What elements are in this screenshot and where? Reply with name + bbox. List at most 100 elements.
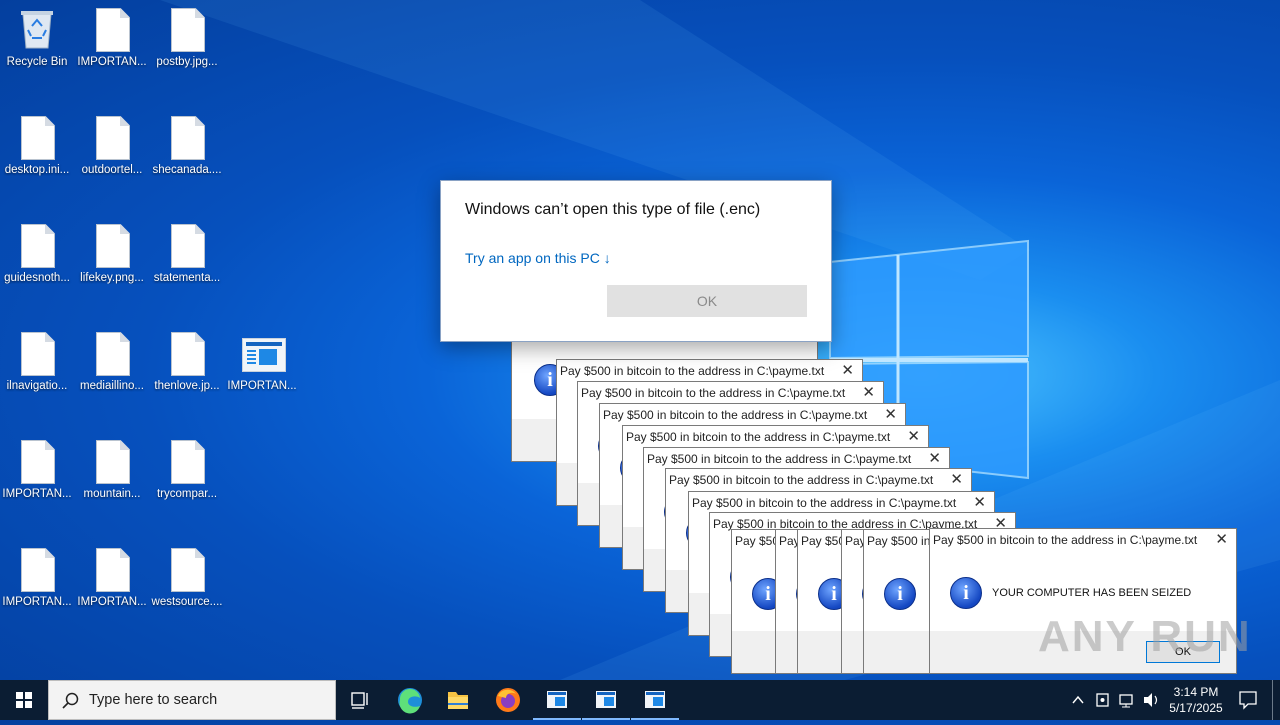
desktop-icon[interactable]: ilnavigatio... xyxy=(0,324,74,424)
desktop-icon-label: IMPORTAN... xyxy=(77,596,147,608)
desktop-icon[interactable]: mountain... xyxy=(75,432,149,532)
message-window-taskbar-button-2[interactable] xyxy=(582,680,630,720)
desktop-icon[interactable]: mediaillino... xyxy=(75,324,149,424)
file-icon xyxy=(92,224,132,268)
close-icon[interactable]: ✕ xyxy=(862,383,875,401)
desktop-icon[interactable]: lifekey.png... xyxy=(75,216,149,316)
message-window-taskbar-button-1[interactable] xyxy=(533,680,581,720)
folder-icon xyxy=(448,692,468,709)
dialog-title: Windows can’t open this type of file (.e… xyxy=(465,201,761,218)
desktop-icon-label: lifekey.png... xyxy=(80,272,144,284)
file-icon xyxy=(17,332,57,376)
watermark: ANY RUN xyxy=(1038,612,1252,661)
desktop-icon[interactable]: IMPORTAN... xyxy=(75,540,149,640)
task-view-button[interactable] xyxy=(336,680,384,720)
taskbar-search-box[interactable]: Type here to search xyxy=(48,680,336,720)
close-icon[interactable]: ✕ xyxy=(950,470,963,488)
firefox-taskbar-button[interactable] xyxy=(484,680,532,720)
tray-app-button[interactable] xyxy=(1092,680,1114,720)
app-file-icon xyxy=(242,332,286,376)
desktop-icon-label: IMPORTAN... xyxy=(77,56,147,68)
desktop-icon-label: IMPORTAN... xyxy=(227,380,297,392)
desktop-icon-label: desktop.ini... xyxy=(4,164,70,176)
file-icon xyxy=(92,548,132,592)
ransom-message-text: YOUR COMPUTER HAS BEEN SEIZED xyxy=(992,587,1192,599)
close-icon[interactable]: ✕ xyxy=(907,427,920,445)
message-window-taskbar-button-3[interactable] xyxy=(631,680,679,720)
show-hidden-icons-button[interactable] xyxy=(1068,680,1088,720)
desktop-icon-label: ilnavigatio... xyxy=(6,380,68,392)
volume-button[interactable] xyxy=(1140,680,1162,720)
chevron-up-icon xyxy=(1072,695,1084,704)
desktop-icon-label: IMPORTAN... xyxy=(2,488,72,500)
show-desktop-button[interactable] xyxy=(1272,680,1280,720)
speaker-icon xyxy=(1144,693,1158,707)
close-icon[interactable]: ✕ xyxy=(973,493,986,511)
info-icon: i xyxy=(950,577,982,609)
desktop-icon[interactable]: shecanada.... xyxy=(150,108,224,208)
network-icon xyxy=(1119,694,1133,708)
desktop-icon[interactable]: westsource.... xyxy=(150,540,224,640)
desktop-icon[interactable]: guidesnoth... xyxy=(0,216,74,316)
close-icon[interactable]: ✕ xyxy=(884,405,897,423)
close-icon[interactable]: ✕ xyxy=(841,361,854,379)
file-icon xyxy=(167,440,207,484)
file-icon xyxy=(17,440,57,484)
search-icon xyxy=(62,692,79,709)
desktop-icon[interactable]: IMPORTAN... xyxy=(75,0,149,100)
desktop-icon[interactable]: trycompar... xyxy=(150,432,224,532)
desktop-icon[interactable]: postby.jpg... xyxy=(150,0,224,100)
edge-icon xyxy=(398,688,422,714)
file-icon xyxy=(167,116,207,160)
file-icon xyxy=(167,8,207,52)
clock[interactable]: 3:14 PM 5/17/2025 xyxy=(1164,680,1228,724)
file-icon xyxy=(167,224,207,268)
desktop-icon-label: thenlove.jp... xyxy=(154,380,220,392)
windows-logo-icon xyxy=(16,692,32,708)
desktop-icon[interactable]: IMPORTAN... xyxy=(225,324,299,424)
edge-taskbar-button[interactable] xyxy=(386,680,434,720)
desktop-icon[interactable]: Recycle Bin xyxy=(0,0,74,100)
message-box-title: Pay $500 in bitcoin to the address in C:… xyxy=(933,533,1198,547)
network-button[interactable] xyxy=(1116,680,1138,720)
desktop-icon[interactable]: desktop.ini... xyxy=(0,108,74,208)
close-icon[interactable]: ✕ xyxy=(1215,530,1228,548)
message-box-title: Pay $500 in bitcoin to the address in C:… xyxy=(692,496,957,510)
try-app-link[interactable]: Try an app on this PC ↓ xyxy=(465,250,611,266)
desktop-icon-label: outdoortel... xyxy=(81,164,143,176)
dialog-ok-button[interactable]: OK xyxy=(607,285,807,317)
tray-device-icon xyxy=(1096,693,1109,707)
file-icon xyxy=(17,548,57,592)
desktop-icon-label: westsource.... xyxy=(151,596,223,608)
action-center-button[interactable] xyxy=(1232,680,1264,720)
start-button[interactable] xyxy=(0,680,48,720)
file-icon xyxy=(17,224,57,268)
open-with-dialog: Windows can’t open this type of file (.e… xyxy=(440,180,832,342)
desktop-icon-label: guidesnoth... xyxy=(4,272,70,284)
desktop-icon-label: trycompar... xyxy=(156,488,218,500)
file-icon xyxy=(167,332,207,376)
clock-date: 5/17/2025 xyxy=(1169,701,1223,715)
taskbar: Type here to search 3:14 PM 5/17/2025 xyxy=(0,680,1280,720)
file-explorer-taskbar-button[interactable] xyxy=(434,680,482,720)
message-box-title: Pay $500 in bitcoin to the address in C:… xyxy=(647,452,912,466)
desktop-icon-label: IMPORTAN... xyxy=(2,596,72,608)
desktop-icon[interactable]: IMPORTAN... xyxy=(0,540,74,640)
desktop-icon[interactable]: statementa... xyxy=(150,216,224,316)
desktop-icon-label: Recycle Bin xyxy=(6,56,68,68)
file-icon xyxy=(92,116,132,160)
desktop-icon[interactable]: outdoortel... xyxy=(75,108,149,208)
notification-icon xyxy=(1239,691,1257,710)
desktop-icon-label: mediaillino... xyxy=(80,380,144,392)
file-icon xyxy=(92,332,132,376)
task-view-icon xyxy=(351,692,368,709)
desktop-icon[interactable]: thenlove.jp... xyxy=(150,324,224,424)
desktop-icon-label: statementa... xyxy=(153,272,221,284)
file-icon xyxy=(17,116,57,160)
desktop-icon[interactable]: IMPORTAN... xyxy=(0,432,74,532)
message-box-title: Pay $500 in bitcoin to the address in C:… xyxy=(581,386,846,400)
message-box-title: Pay $500 in bitcoin to the address in C:… xyxy=(603,408,868,422)
search-placeholder: Type here to search xyxy=(89,692,218,708)
close-icon[interactable]: ✕ xyxy=(928,449,941,467)
message-box-title: Pay $500 in bitcoin to the address in C:… xyxy=(560,364,825,378)
